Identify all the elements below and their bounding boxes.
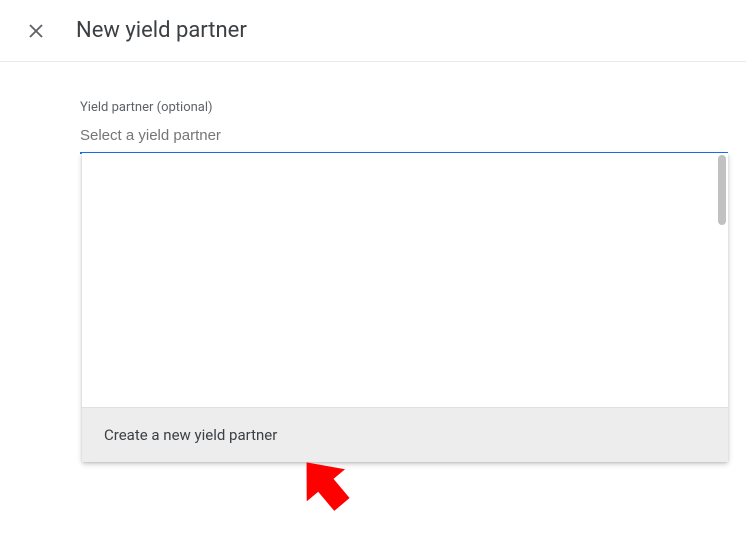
dialog-header: New yield partner <box>0 0 746 62</box>
close-icon[interactable] <box>24 19 48 43</box>
scrollbar-thumb[interactable] <box>718 155 726 225</box>
create-yield-partner-button[interactable]: Create a new yield partner <box>82 407 728 462</box>
yield-partner-dropdown: Create a new yield partner <box>82 153 728 462</box>
yield-partner-label: Yield partner (optional) <box>80 100 746 115</box>
yield-partner-input[interactable] <box>80 125 728 154</box>
form-content: Yield partner (optional) Create a new yi… <box>0 62 746 154</box>
yield-partner-field: Create a new yield partner <box>80 125 728 154</box>
arrow-annotation-icon <box>288 460 368 524</box>
page-title: New yield partner <box>76 18 247 43</box>
dropdown-options-list[interactable] <box>82 153 728 407</box>
